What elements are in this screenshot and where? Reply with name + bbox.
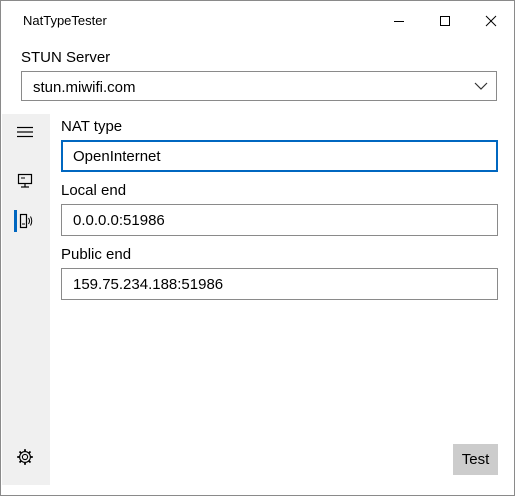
nat-type-label: NAT type [61, 118, 123, 135]
maximize-icon [440, 16, 450, 26]
stun-server-value: stun.miwifi.com [33, 79, 136, 96]
public-end-value: 159.75.234.188:51986 [73, 276, 224, 293]
hamburger-menu-icon [17, 126, 33, 138]
stun-server-combobox[interactable]: stun.miwifi.com [21, 71, 497, 101]
nat-type-value: OpenInternet [73, 148, 161, 165]
local-end-field[interactable]: 0.0.0.0:51986 [61, 204, 498, 236]
local-end-value: 0.0.0.0:51986 [73, 212, 165, 229]
app-window: NatTypeTester STUN Server stun.miwifi.co… [0, 0, 515, 496]
close-icon [485, 15, 497, 27]
stun-server-label: STUN Server [21, 49, 111, 66]
local-end-label: Local end [61, 182, 127, 199]
public-end-label: Public end [61, 246, 132, 263]
chevron-down-icon [474, 82, 488, 90]
nav-item-network[interactable] [1, 203, 49, 239]
monitor-icon [17, 173, 33, 188]
network-icon [19, 213, 33, 229]
window-title: NatTypeTester [23, 13, 107, 28]
minimize-icon [394, 21, 404, 22]
close-button[interactable] [468, 1, 514, 41]
settings-button[interactable] [1, 439, 49, 475]
title-bar[interactable]: NatTypeTester [1, 1, 514, 41]
gear-icon [17, 449, 33, 465]
nav-item-monitor[interactable] [1, 163, 49, 199]
minimize-button[interactable] [376, 1, 422, 41]
hamburger-menu-button[interactable] [1, 114, 49, 150]
test-button[interactable]: Test [453, 444, 498, 475]
public-end-field[interactable]: 159.75.234.188:51986 [61, 268, 498, 300]
nat-type-field[interactable]: OpenInternet [61, 140, 498, 172]
maximize-button[interactable] [422, 1, 468, 41]
